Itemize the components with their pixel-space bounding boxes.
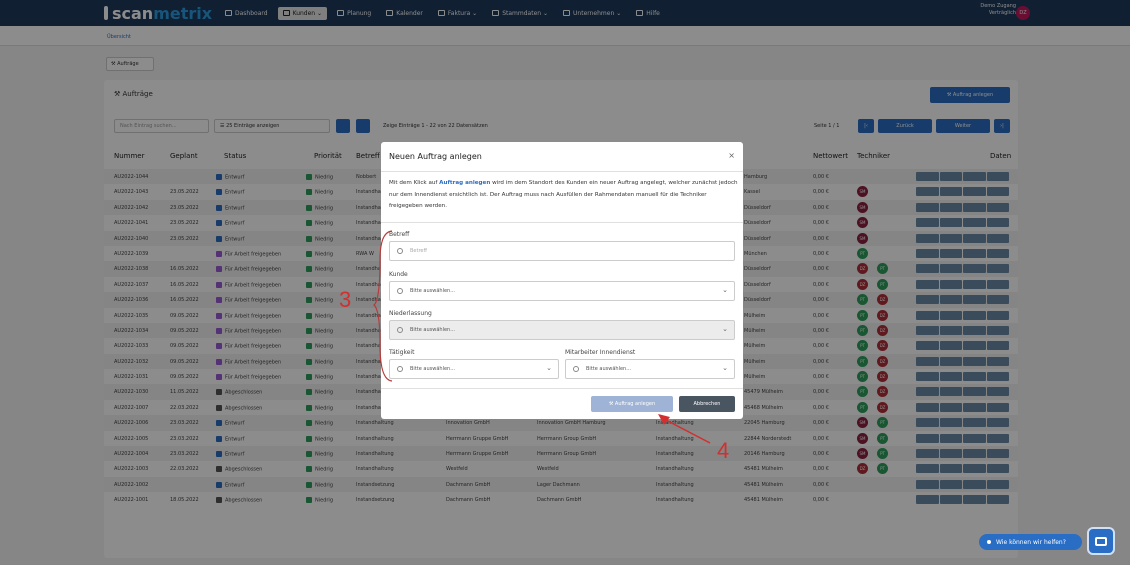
help-chat-pill[interactable]: Wie können wir helfen? [979, 534, 1082, 550]
annotation-layer [373, 230, 711, 444]
chat-icon [1095, 536, 1107, 546]
status-dot-icon [987, 540, 991, 544]
annotation-4: 4 [717, 438, 730, 463]
annotation-arrow-line [663, 418, 711, 444]
annotation-arrowhead [658, 414, 670, 425]
chat-button[interactable] [1087, 527, 1115, 555]
annotation-3: 3 [339, 287, 352, 312]
annotation-bracket [373, 230, 393, 382]
help-label: Wie können wir helfen? [996, 538, 1066, 546]
